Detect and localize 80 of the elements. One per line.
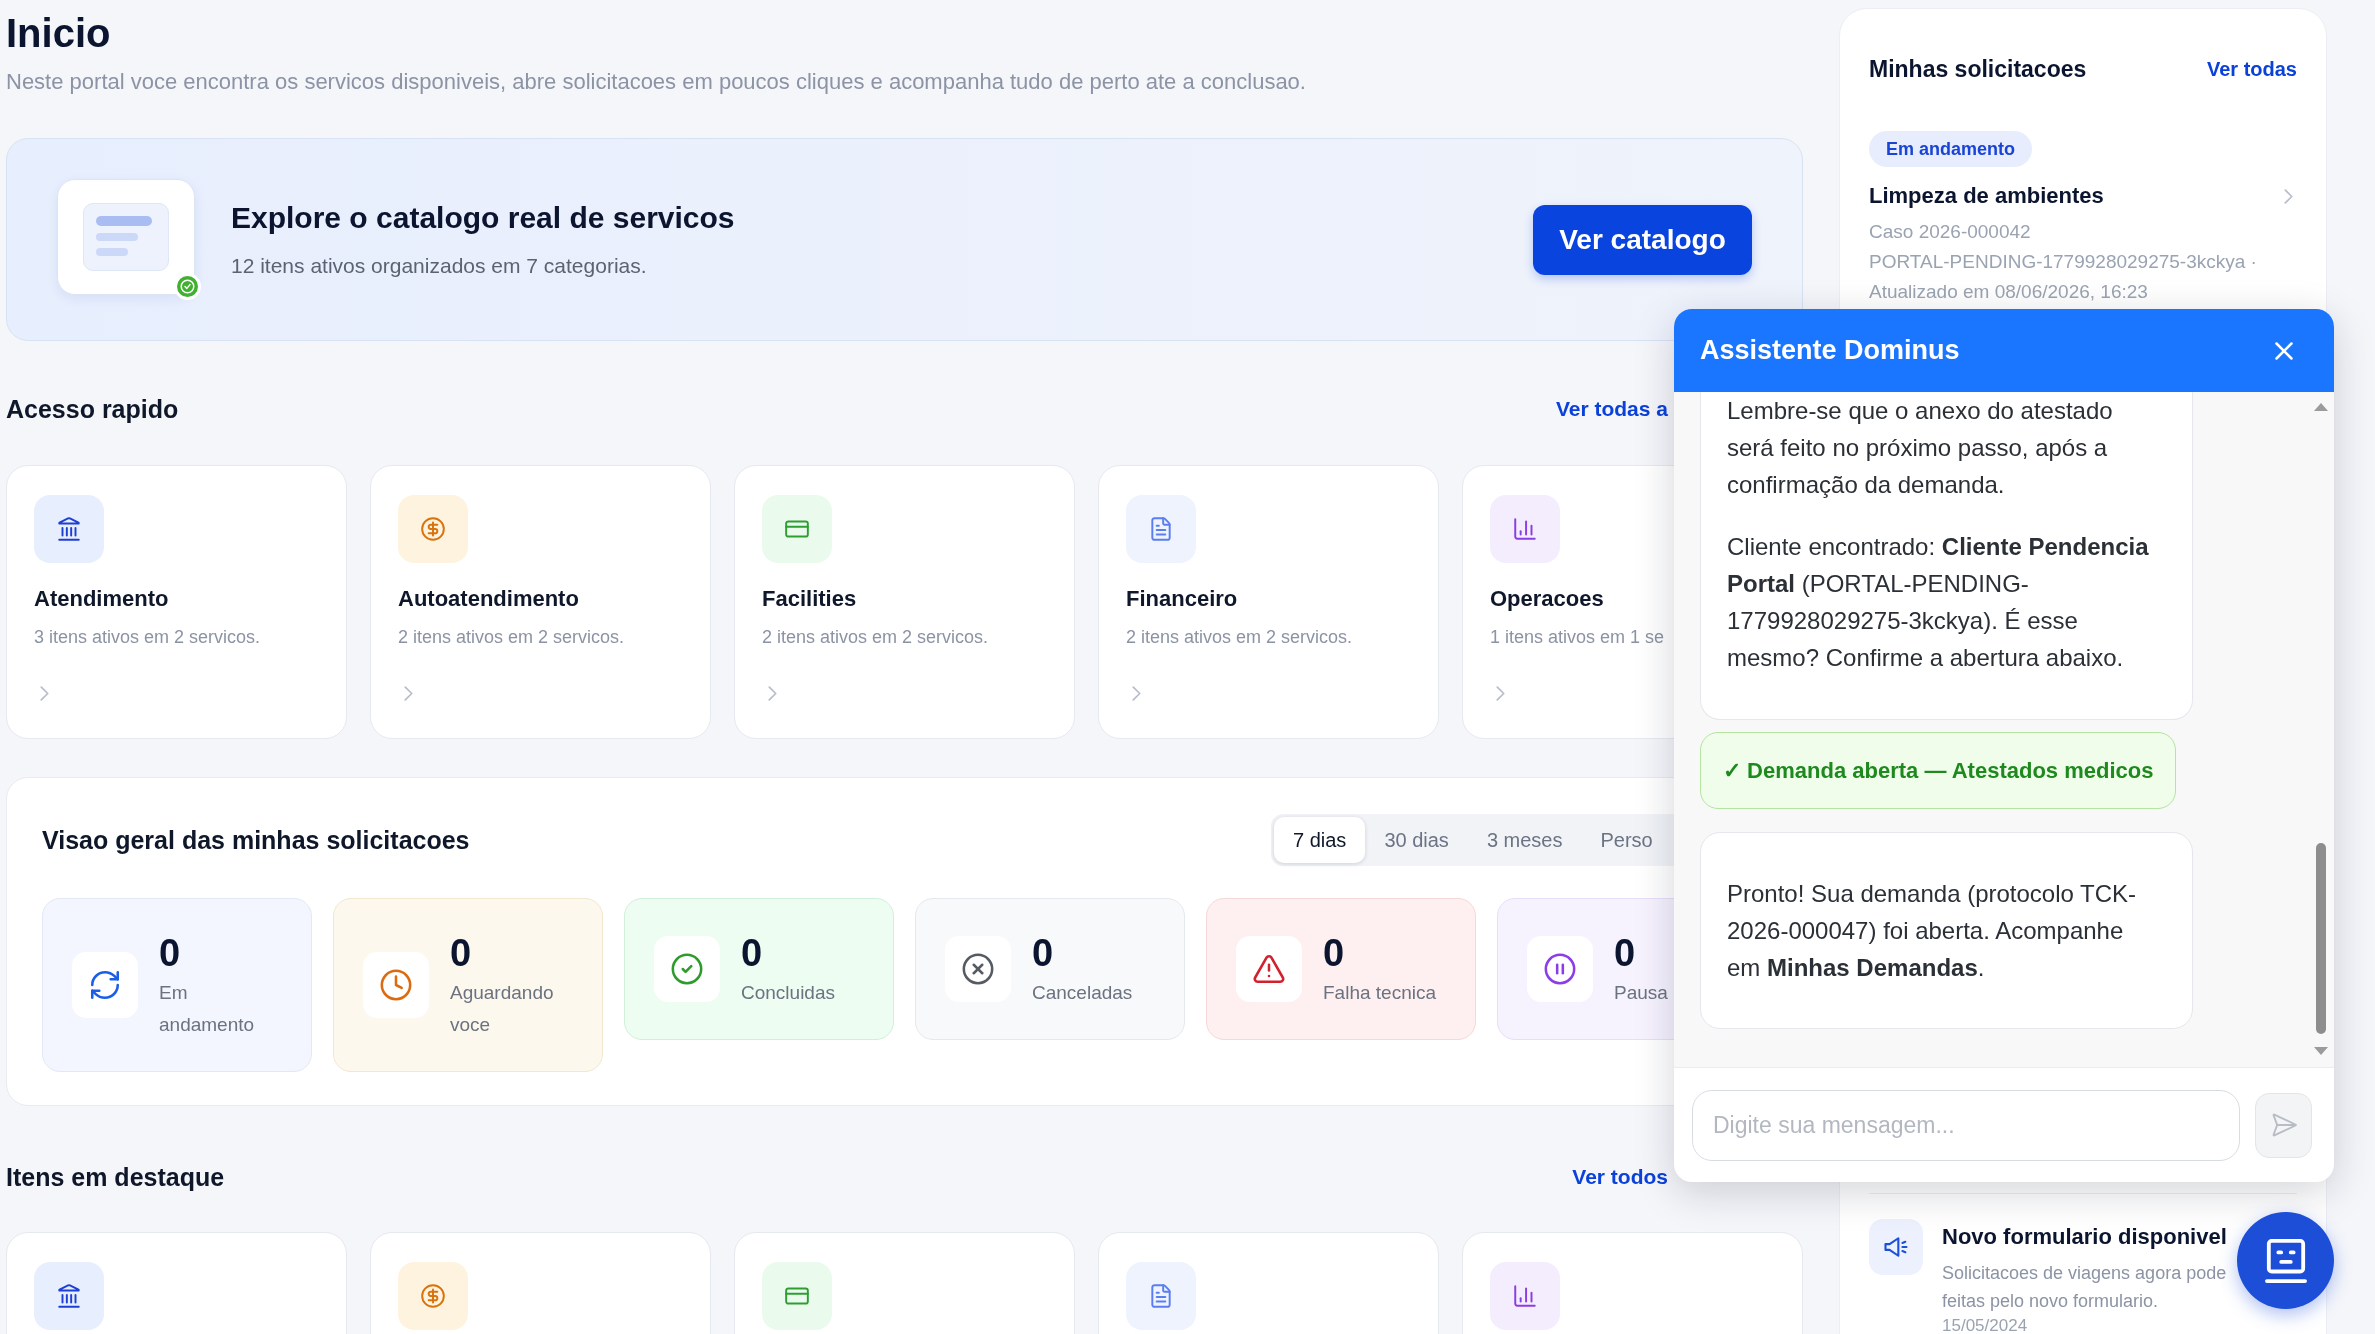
case-number: Caso 2026-000042 [1869,220,2032,244]
category-description: 2 itens ativos em 2 servicos. [398,626,625,649]
notice-title: Novo formulario disponivel [1942,1223,2227,1251]
status-count: 0 [1614,931,1636,976]
dollar-coin-icon [398,1262,468,1330]
notice-text: feitas pelo novo formulario. [1942,1290,2159,1313]
chevron-right-icon [2284,188,2293,204]
bar-chart-icon [1490,1262,1560,1330]
status-label: Pausa [1614,981,1668,1005]
section-title: Itens em destaque [6,1162,225,1193]
banner-title: Explore o catalogo real de servicos [231,200,735,236]
status-badge: Em andamento [1869,131,2033,167]
status-label: Falha tecnica [1323,981,1436,1005]
category-description: 3 itens ativos em 2 servicos. [34,626,261,649]
bar-chart-icon [1490,495,1560,563]
view-all-link[interactable]: Ver todas [2206,54,2297,84]
speaker-icon [1869,1219,1923,1275]
card-icon [762,495,832,563]
notice-date: 15/05/2024 [1942,1315,2028,1334]
chevron-right-icon [40,686,49,701]
page-title: Inicio [6,10,112,57]
view-catalog-button[interactable]: Ver catalogo [1533,204,1752,275]
category-title: Financeiro [1126,585,1238,613]
category-card[interactable]: Facilities 2 itens ativos em 2 servicos. [734,465,1075,739]
section-title: Acesso rapido [6,394,179,425]
confirmation-message: ✓ Demanda aberta — Atestados medicos [1700,732,2177,809]
view-all-link[interactable]: Ver todos [1572,1162,1668,1192]
message-input[interactable]: Digite sua mensagem... [1692,1089,2240,1161]
bank-icon [34,495,104,563]
page-subtitle: Neste portal voce encontra os servicos disponiveis, abre solicitacoes em poucos cliques e acompanha tudo de perto ate a conclusao. [6,68,1307,96]
chevron-right-icon [404,686,413,701]
scroll-down-arrow-icon[interactable] [2314,1047,2328,1055]
status-label: Concluidas [741,981,835,1005]
category-card[interactable]: Atendimento 3 itens ativos em 2 servicos. [6,465,347,739]
category-description: 1 itens ativos em 1 se [1490,626,1665,649]
status-count: 0 [741,931,763,976]
category-title: Facilities [762,585,857,613]
status-count: 0 [1032,931,1054,976]
chevron-right-icon [1496,686,1505,701]
card-icon [762,1262,832,1330]
category-description: 2 itens ativos em 2 servicos. [1126,626,1353,649]
notice-text: Solicitacoes de viagens agora pode [1942,1262,2227,1285]
document-check-icon [57,179,201,300]
category-title: Autoatendimento [398,585,579,613]
category-description: 2 itens ativos em 2 servicos. [762,626,989,649]
robot-face-icon [2264,1238,2307,1283]
status-count: 0 [450,931,472,976]
status-count: 0 [159,931,181,976]
category-title: Atendimento [34,585,169,613]
status-label: Aguardando voce [450,981,555,1037]
period-tab[interactable]: 3 meses [1467,817,1582,863]
period-tab[interactable]: Perso [1581,817,1672,863]
category-card[interactable]: Financeiro 2 itens ativos em 2 servicos. [1098,465,1439,739]
scroll-up-arrow-icon[interactable] [2314,403,2328,411]
chevron-right-icon [1132,686,1141,701]
send-button[interactable] [2255,1092,2312,1158]
clock-icon [363,952,429,1018]
period-tab[interactable]: 7 dias [1274,817,1366,863]
request-meta: PORTAL-PENDING-1779928029275-3kckya · Atualizado em 08/06/2026, 16:23 [1869,250,2258,304]
view-all-link[interactable]: Ver todas a [1555,394,1668,424]
dollar-coin-icon [398,495,468,563]
refresh-icon [72,952,138,1018]
category-card[interactable]: Autoatendimento 2 itens ativos em 2 servicos. [370,465,711,739]
category-title: Operacoes [1490,585,1604,613]
scrollbar-thumb[interactable] [2316,843,2326,1034]
bank-icon [34,1262,104,1330]
status-label: Em andamento [159,981,256,1037]
document-icon [1126,495,1196,563]
document-icon [1126,1262,1196,1330]
chevron-right-icon [768,686,777,701]
panel-title: Minhas solicitacoes [1869,55,2087,84]
status-label: Canceladas [1032,981,1133,1005]
section-title: Visao geral das minhas solicitacoes [42,825,470,856]
message-text: Pronto! Sua demanda (protocolo TCK-2026-000047) foi aberta. Acompanhe em Minhas Demandas. [1727,879,2138,983]
request-title[interactable]: Limpeza de ambientes [1869,181,2104,211]
warning-icon [1236,936,1302,1002]
status-count: 0 [1323,931,1345,976]
chat-title: Assistente Dominus [1700,334,1960,368]
banner-subtitle: 12 itens ativos organizados em 7 categorias. [231,253,648,279]
period-tab[interactable]: 30 dias [1365,817,1468,863]
